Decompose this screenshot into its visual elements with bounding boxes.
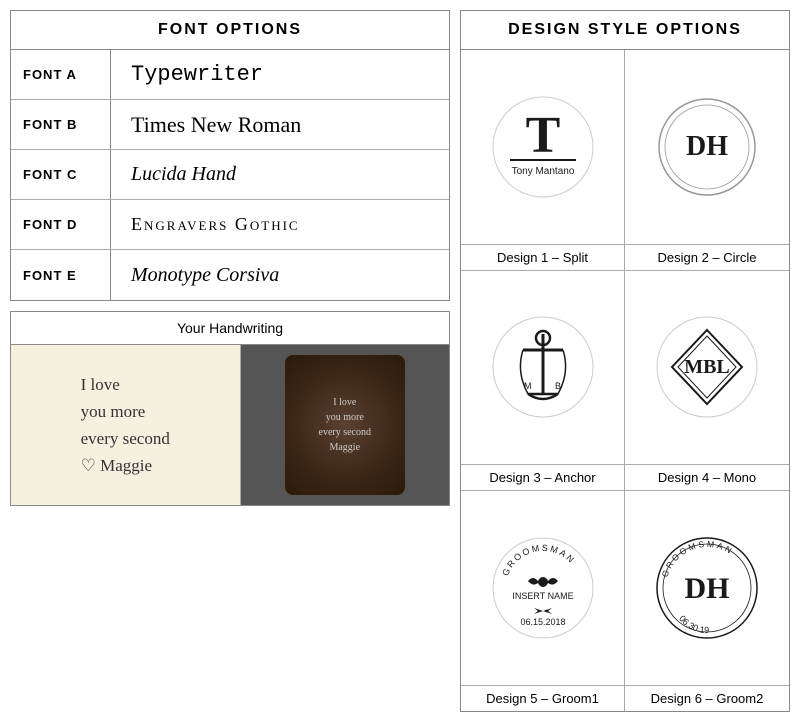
handwriting-section: Your Handwriting I loveyou moreevery sec… <box>10 311 450 506</box>
design-title: DESIGN STYLE OPTIONS <box>461 11 789 50</box>
design-label-1: Design 1 – Split <box>461 244 624 270</box>
font-options-table: FONT OPTIONS FONT A Typewriter FONT B Ti… <box>10 10 450 301</box>
design-cell-5: GROOMSMAN INSERT NAME 06.15.2018 Design … <box>461 491 625 711</box>
font-row-d: FONT D Engravers Gothic <box>11 200 449 250</box>
design-label-5: Design 5 – Groom1 <box>461 685 624 711</box>
svg-text:M: M <box>524 381 532 391</box>
font-row-b: FONT B Times New Roman <box>11 100 449 150</box>
design-6-preview: GROOMSMAN DH 06.30.19 <box>625 491 789 685</box>
design-label-3: Design 3 – Anchor <box>461 464 624 490</box>
design-4-preview: MBL <box>625 271 789 465</box>
svg-text:MBL: MBL <box>684 356 730 378</box>
svg-text:B: B <box>555 381 561 391</box>
left-panel: FONT OPTIONS FONT A Typewriter FONT B Ti… <box>10 10 450 712</box>
svg-text:GROOMSMAN: GROOMSMAN <box>500 543 577 577</box>
font-label-b: FONT B <box>11 100 111 149</box>
main-container: FONT OPTIONS FONT A Typewriter FONT B Ti… <box>0 0 800 722</box>
design-5-svg: GROOMSMAN INSERT NAME 06.15.2018 <box>488 533 598 643</box>
svg-text:DH: DH <box>686 131 728 162</box>
watch-face: I loveyou moreevery secondMaggie <box>285 355 405 495</box>
design-cell-6: GROOMSMAN DH 06.30.19 Design 6 – Groom2 <box>625 491 789 711</box>
design-1-svg: T Tony Mantano <box>488 92 598 202</box>
font-label-c: FONT C <box>11 150 111 199</box>
design-cell-1: T Tony Mantano Design 1 – Split <box>461 50 625 271</box>
design-cell-2: DH Design 2 – Circle <box>625 50 789 271</box>
design-3-svg: M B <box>488 312 598 422</box>
svg-text:INSERT NAME: INSERT NAME <box>512 591 573 601</box>
design-2-preview: DH <box>625 50 789 244</box>
font-value-c: Lucida Hand <box>111 150 449 199</box>
svg-text:Tony Mantano: Tony Mantano <box>511 166 574 177</box>
design-label-4: Design 4 – Mono <box>625 464 789 490</box>
font-row-a: FONT A Typewriter <box>11 50 449 100</box>
svg-text:DH: DH <box>685 572 730 605</box>
font-options-title: FONT OPTIONS <box>11 11 449 50</box>
svg-text:T: T <box>525 107 560 164</box>
watch-face-text: I loveyou moreevery secondMaggie <box>319 395 371 455</box>
svg-text:06.15.2018: 06.15.2018 <box>520 617 565 627</box>
font-value-e: Monotype Corsiva <box>111 250 449 300</box>
design-cell-4: MBL Design 4 – Mono <box>625 271 789 492</box>
design-4-svg: MBL <box>652 312 762 422</box>
font-row-e: FONT E Monotype Corsiva <box>11 250 449 300</box>
handwriting-text: I loveyou moreevery second♡ Maggie <box>81 371 170 480</box>
design-3-preview: M B <box>461 271 624 465</box>
font-label-a: FONT A <box>11 50 111 99</box>
right-panel: DESIGN STYLE OPTIONS T Tony Mantano Desi… <box>460 10 790 712</box>
font-label-d: FONT D <box>11 200 111 249</box>
handwriting-sample-left: I loveyou moreevery second♡ Maggie <box>11 345 241 505</box>
font-value-b: Times New Roman <box>111 100 449 149</box>
design-2-svg: DH <box>652 92 762 202</box>
handwriting-watch-right: I loveyou moreevery secondMaggie <box>241 345 450 505</box>
design-1-preview: T Tony Mantano <box>461 50 624 244</box>
handwriting-images: I loveyou moreevery second♡ Maggie I lov… <box>11 345 449 505</box>
font-label-e: FONT E <box>11 250 111 300</box>
design-label-2: Design 2 – Circle <box>625 244 789 270</box>
font-value-d: Engravers Gothic <box>111 200 449 249</box>
design-grid: T Tony Mantano Design 1 – Split DH <box>461 50 789 711</box>
design-5-preview: GROOMSMAN INSERT NAME 06.15.2018 <box>461 491 624 685</box>
font-value-a: Typewriter <box>111 50 449 99</box>
design-6-svg: GROOMSMAN DH 06.30.19 <box>652 533 762 643</box>
design-label-6: Design 6 – Groom2 <box>625 685 789 711</box>
font-row-c: FONT C Lucida Hand <box>11 150 449 200</box>
handwriting-title: Your Handwriting <box>11 312 449 345</box>
design-cell-3: M B Design 3 – Anchor <box>461 271 625 492</box>
